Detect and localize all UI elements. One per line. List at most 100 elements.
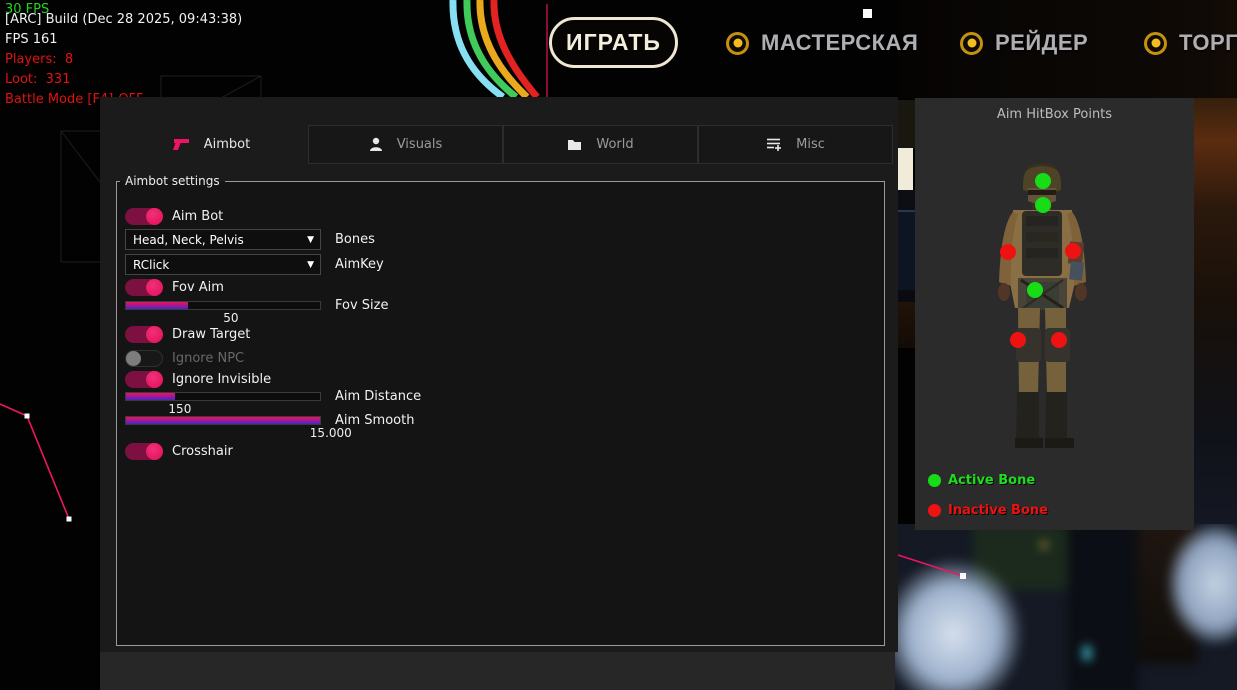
tab-aimbot[interactable]: Aimbot [115, 125, 308, 164]
aim-bot-row: Aim Bot [125, 208, 223, 225]
legend-label: Inactive Bone [948, 503, 1048, 518]
background-cyan-speck [1083, 646, 1091, 660]
background-column [1068, 524, 1138, 690]
aim-smooth-slider[interactable] [125, 416, 321, 425]
aimkey-dropdown[interactable]: RClick ▼ [125, 254, 321, 275]
playlist-add-icon [766, 137, 782, 152]
background-block [897, 290, 915, 302]
background-blurred-scene [893, 524, 1237, 690]
legend-label: Active Bone [948, 473, 1035, 488]
folder-icon [567, 138, 582, 151]
tab-label: Misc [796, 137, 825, 152]
menu-item-trader[interactable]: ТОРГО [1144, 30, 1237, 56]
fov-size-slider[interactable] [125, 301, 321, 310]
legend-inactive-bone: Inactive Bone [928, 503, 1048, 518]
loot-counter: Loot: 331 [5, 70, 70, 90]
fov-size-value: 50 [223, 311, 238, 325]
aim-smooth-label: Aim Smooth [335, 413, 414, 428]
draw-target-row: Draw Target [125, 326, 250, 343]
background-block [897, 190, 915, 210]
aim-distance-label: Aim Distance [335, 389, 421, 404]
gold-target-icon [726, 32, 749, 55]
bones-dropdown-value: Head, Neck, Pelvis [133, 233, 244, 247]
background-window-strip [100, 652, 895, 690]
active-bone-dot [928, 474, 941, 487]
bone-dot-pelvis [1027, 282, 1043, 298]
chevron-down-icon: ▼ [307, 235, 314, 245]
cheat-menu-window: Aimbot Visuals World [100, 97, 898, 652]
crosshair-toggle[interactable] [125, 443, 163, 460]
crosshair-row: Crosshair [125, 443, 233, 460]
background-right-strip [1194, 98, 1237, 530]
draw-target-label: Draw Target [172, 327, 250, 342]
tracer-line [0, 404, 69, 519]
chevron-down-icon: ▼ [307, 260, 314, 270]
menu-item-workshop[interactable]: МАСТЕРСКАЯ [726, 30, 918, 56]
slider-fill [126, 417, 320, 424]
hitbox-panel: Aim HitBox Points [915, 98, 1194, 530]
menu-item-raider[interactable]: РЕЙДЕР [960, 30, 1088, 56]
play-button[interactable]: ИГРАТЬ [549, 17, 678, 68]
gold-target-icon [960, 32, 983, 55]
bone-dot-neck [1035, 197, 1051, 213]
players-counter: Players: 8 [5, 50, 73, 70]
aim-distance-row: 150 Aim Distance [125, 392, 321, 401]
tab-bar: Aimbot Visuals World [115, 125, 893, 164]
tab-visuals[interactable]: Visuals [308, 125, 503, 164]
ignore-npc-row: Ignore NPC [125, 350, 244, 367]
game-screen: 30 FPS [ARC] Build (Dec 28 2025, 09:43:3… [0, 0, 1237, 690]
aimbot-settings-group: Aimbot settings Aim Bot Head, Neck, Pelv… [116, 174, 885, 646]
fov-size-row: 50 Fov Size [125, 301, 321, 310]
fov-size-label: Fov Size [335, 298, 388, 313]
ignore-npc-toggle[interactable] [125, 350, 163, 367]
legend-active-bone: Active Bone [928, 473, 1035, 488]
inactive-bone-dot [928, 504, 941, 517]
ignore-invisible-row: Ignore Invisible [125, 371, 271, 388]
tab-label: Aimbot [204, 137, 250, 152]
bones-dropdown[interactable]: Head, Neck, Pelvis ▼ [125, 229, 321, 250]
aim-smooth-value: 15.000 [310, 426, 352, 440]
aim-distance-value: 150 [168, 402, 191, 416]
bone-dot-right-shoulder [1065, 243, 1081, 259]
background-yellow-speck [1041, 542, 1047, 548]
slider-fill [126, 393, 175, 400]
background-block [897, 210, 915, 290]
ignore-npc-label: Ignore NPC [172, 351, 244, 366]
bone-dot-left-shoulder [1000, 244, 1016, 260]
debug-overlay: 30 FPS [ARC] Build (Dec 28 2025, 09:43:3… [5, 0, 22, 160]
ignore-invisible-toggle[interactable] [125, 371, 163, 388]
aim-bot-label: Aim Bot [172, 209, 223, 224]
crosshair-label: Crosshair [172, 444, 233, 459]
tab-misc[interactable]: Misc [698, 125, 893, 164]
bone-dot-left-knee [1010, 332, 1026, 348]
pistol-icon [173, 138, 190, 151]
background-block [897, 148, 913, 190]
slider-fill [126, 302, 188, 309]
fov-aim-label: Fov Aim [172, 280, 224, 295]
aimkey-label: AimKey [335, 257, 384, 272]
aim-smooth-row: 15.000 Aim Smooth [125, 416, 321, 425]
menu-item-label: ТОРГО [1179, 30, 1237, 56]
gold-target-icon [1144, 32, 1167, 55]
menu-item-label: МАСТЕРСКАЯ [761, 30, 918, 56]
bone-dot-right-knee [1051, 332, 1067, 348]
aim-distance-slider[interactable] [125, 392, 321, 401]
aimkey-row: RClick ▼ AimKey [125, 254, 384, 275]
fov-aim-row: Fov Aim [125, 279, 224, 296]
group-title: Aimbot settings [120, 174, 225, 188]
rainbow-decal [437, 0, 547, 97]
bones-label: Bones [335, 232, 375, 247]
fps-counter: FPS 161 [5, 30, 58, 50]
aimkey-dropdown-value: RClick [133, 258, 169, 272]
tab-world[interactable]: World [503, 125, 698, 164]
hitbox-panel-title: Aim HitBox Points [915, 107, 1194, 122]
fov-aim-toggle[interactable] [125, 279, 163, 296]
background-block [897, 302, 915, 348]
background-block [897, 100, 915, 148]
draw-target-toggle[interactable] [125, 326, 163, 343]
bones-row: Head, Neck, Pelvis ▼ Bones [125, 229, 375, 250]
person-icon [369, 137, 383, 152]
bone-dot-head [1035, 173, 1051, 189]
tab-label: World [596, 137, 633, 152]
aim-bot-toggle[interactable] [125, 208, 163, 225]
